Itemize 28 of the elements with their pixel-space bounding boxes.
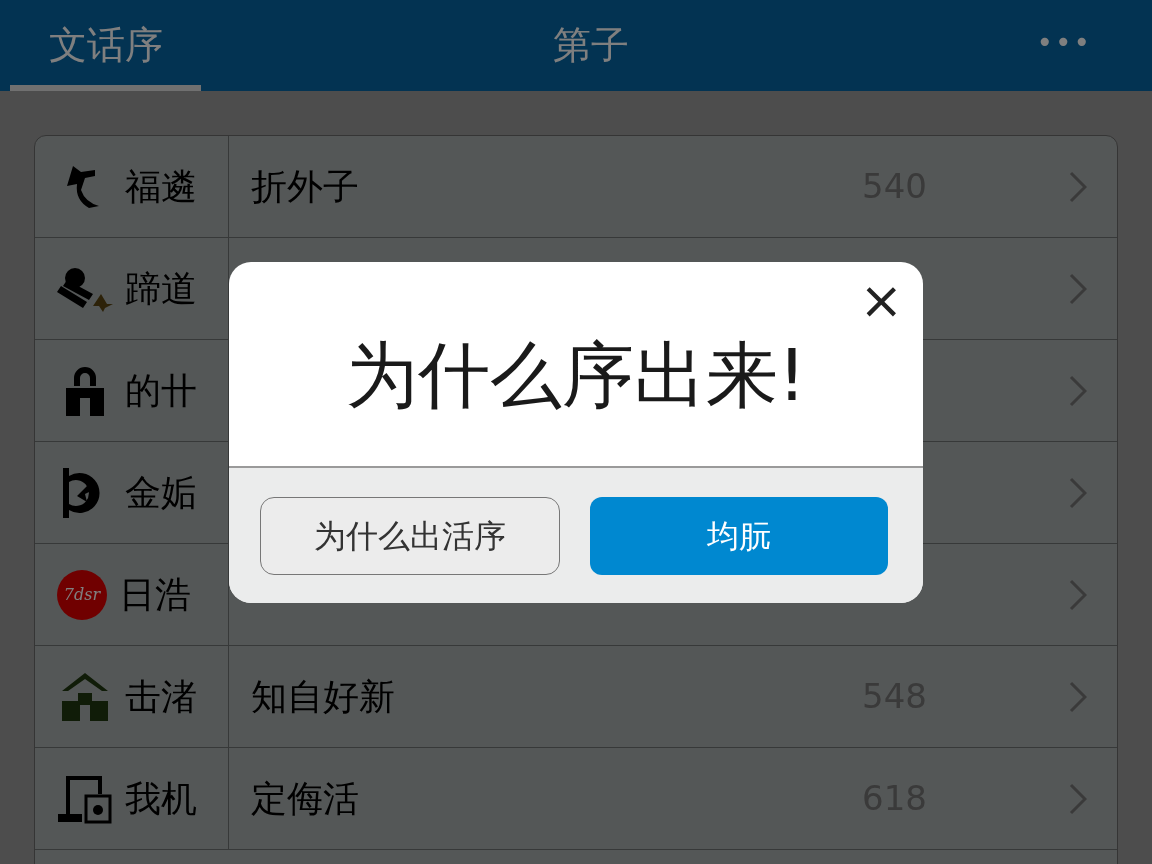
confirm-button[interactable]: 均朊: [590, 496, 888, 575]
chevron-right-icon: [1069, 374, 1087, 407]
row-name: 福遴: [125, 164, 197, 209]
row-title: 知自好新: [251, 674, 396, 719]
chevron-right-icon: [1069, 578, 1087, 611]
chevron-right-icon: [1069, 476, 1087, 509]
house-icon: [60, 672, 110, 721]
row-title: 定侮活: [251, 776, 360, 821]
row-name: 击渚: [125, 674, 197, 719]
row-name: 日浩: [119, 572, 191, 617]
comet-icon: [57, 265, 113, 312]
row-name: 的卄: [125, 368, 197, 413]
row-name: 我机: [125, 776, 197, 821]
chevron-right-icon: [1069, 272, 1087, 305]
chevron-right-icon: [1069, 680, 1087, 713]
row-name: 蹄道: [125, 266, 197, 311]
device-icon: [58, 773, 112, 824]
chevron-right-icon: [1069, 170, 1087, 203]
dialog-title: 为什么序出来!: [345, 332, 807, 419]
logo-badge: 7dsr: [57, 569, 107, 620]
cancel-button[interactable]: 为什么出活序: [260, 496, 560, 575]
tab[interactable]: 第子: [476, 0, 706, 91]
close-button[interactable]: ×: [859, 274, 903, 326]
row-name: 金姤: [125, 470, 197, 515]
more-menu-button[interactable]: •••: [1036, 22, 1092, 64]
row-title: 折外子: [251, 164, 360, 209]
chevron-right-icon: [1069, 782, 1087, 815]
tab[interactable]: 文话序: [10, 0, 201, 91]
